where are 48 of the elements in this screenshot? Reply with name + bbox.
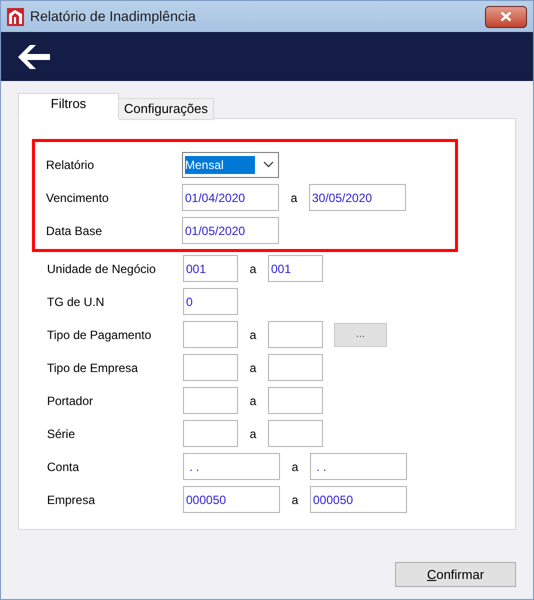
- field-label: Tipo de Pagamento: [47, 326, 152, 344]
- range-separator: a: [248, 360, 258, 376]
- range-separator: a: [248, 326, 258, 344]
- confirm-button[interactable]: Confirmar: [395, 562, 516, 587]
- input-field[interactable]: [268, 321, 323, 348]
- tab[interactable]: Filtros: [18, 93, 119, 119]
- input-field[interactable]: 0: [183, 288, 238, 315]
- input-field[interactable]: [183, 420, 238, 447]
- field-label: Unidade de Negócio: [47, 260, 157, 278]
- input-field[interactable]: [268, 420, 323, 447]
- range-separator: a: [248, 260, 258, 278]
- input-field[interactable]: 01/05/2020: [182, 217, 279, 244]
- input-field[interactable]: [183, 321, 238, 348]
- dropdown-value: Mensal: [185, 156, 255, 174]
- input-field[interactable]: 30/05/2020: [309, 184, 406, 211]
- input-field[interactable]: 000050: [183, 486, 280, 513]
- field-label: Vencimento: [46, 190, 110, 206]
- window-title: Relatório de Inadimplência: [30, 7, 196, 26]
- input-field[interactable]: . .: [310, 453, 407, 480]
- field-label: TG de U.N: [47, 294, 106, 310]
- field-label: Data Base: [46, 222, 104, 240]
- input-field[interactable]: 001: [183, 255, 238, 282]
- input-field[interactable]: 000050: [310, 486, 407, 513]
- range-separator: a: [290, 492, 300, 508]
- field-label: Tipo de Empresa: [47, 360, 139, 376]
- field-label: Empresa: [47, 492, 96, 508]
- close-icon: [500, 11, 512, 22]
- input-field[interactable]: . .: [183, 453, 280, 480]
- input-field[interactable]: [268, 354, 323, 381]
- lookup-button[interactable]: ...: [334, 322, 387, 346]
- tab[interactable]: Configurações: [119, 98, 214, 120]
- input-field[interactable]: [183, 354, 238, 381]
- input-field[interactable]: [183, 387, 238, 414]
- range-separator: a: [290, 190, 298, 206]
- app-logo-icon: [7, 8, 24, 26]
- chevron-down-icon: [263, 161, 274, 168]
- range-separator: a: [248, 392, 258, 410]
- field-label: Relatório: [46, 156, 96, 174]
- input-field[interactable]: 001: [268, 255, 323, 282]
- field-label: Conta: [47, 458, 80, 476]
- input-field[interactable]: [268, 387, 323, 414]
- close-button[interactable]: [485, 6, 527, 28]
- input-field[interactable]: 01/04/2020: [182, 184, 279, 211]
- field-label: Série: [47, 426, 76, 442]
- field-label: Portador: [47, 392, 94, 410]
- range-separator: a: [248, 426, 258, 442]
- range-separator: a: [290, 458, 300, 476]
- report-dropdown[interactable]: Mensal: [182, 152, 279, 178]
